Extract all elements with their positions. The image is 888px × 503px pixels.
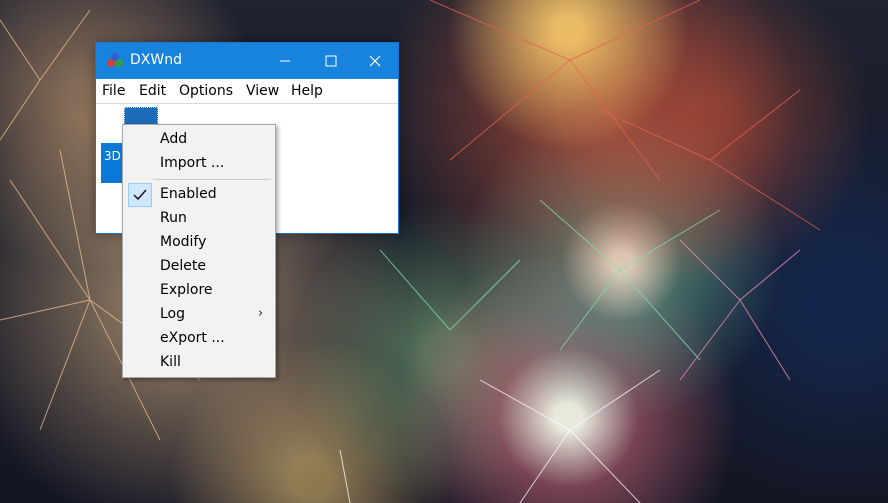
close-button[interactable] bbox=[352, 43, 398, 79]
menu-separator bbox=[153, 179, 271, 180]
menu-item-label: eXport ... bbox=[160, 330, 225, 346]
menu-item-explore[interactable]: Explore bbox=[125, 279, 273, 303]
checkmark-icon bbox=[133, 189, 147, 201]
menu-item-label: Modify bbox=[160, 234, 207, 250]
menu-item-label: Run bbox=[160, 210, 187, 226]
menu-item-kill[interactable]: Kill bbox=[125, 351, 273, 375]
menu-item-label: Delete bbox=[160, 258, 206, 274]
menu-item-delete[interactable]: Delete bbox=[125, 255, 273, 279]
minimize-button[interactable] bbox=[262, 43, 308, 79]
menu-item-label: Log bbox=[160, 306, 186, 322]
menu-item-label: Add bbox=[160, 131, 188, 147]
chevron-right-icon: › bbox=[258, 306, 264, 321]
window-title: DXWnd bbox=[130, 52, 182, 68]
title-bar[interactable]: DXWnd bbox=[96, 43, 398, 79]
menu-bar: File Edit Options View Help bbox=[96, 79, 398, 104]
list-item-label: 3D bbox=[104, 149, 121, 163]
dxwnd-app-icon bbox=[107, 53, 123, 67]
maximize-icon bbox=[325, 55, 337, 67]
menu-item-import[interactable]: Import ... bbox=[125, 152, 273, 176]
menu-item-add[interactable]: Add bbox=[125, 128, 273, 152]
context-menu: Add Import ... Enabled Run Modify Delete… bbox=[122, 124, 276, 378]
minimize-icon bbox=[280, 60, 290, 62]
menu-options[interactable]: Options bbox=[179, 83, 233, 99]
close-icon bbox=[369, 55, 381, 67]
menu-item-modify[interactable]: Modify bbox=[125, 231, 273, 255]
menu-item-label: Enabled bbox=[160, 186, 217, 202]
menu-item-label: Kill bbox=[160, 354, 181, 370]
list-item-selected[interactable]: 3D bbox=[101, 143, 123, 183]
menu-edit[interactable]: Edit bbox=[139, 83, 166, 99]
menu-file[interactable]: File bbox=[102, 83, 125, 99]
menu-view[interactable]: View bbox=[246, 83, 279, 99]
checkmark-highlight bbox=[128, 183, 152, 207]
menu-item-label: Import ... bbox=[160, 155, 225, 171]
menu-item-run[interactable]: Run bbox=[125, 207, 273, 231]
menu-item-export[interactable]: eXport ... bbox=[125, 327, 273, 351]
menu-item-enabled[interactable]: Enabled bbox=[125, 183, 273, 207]
maximize-button[interactable] bbox=[308, 43, 354, 79]
menu-help[interactable]: Help bbox=[291, 83, 323, 99]
menu-item-log[interactable]: Log › bbox=[125, 303, 273, 327]
menu-item-label: Explore bbox=[160, 282, 213, 298]
